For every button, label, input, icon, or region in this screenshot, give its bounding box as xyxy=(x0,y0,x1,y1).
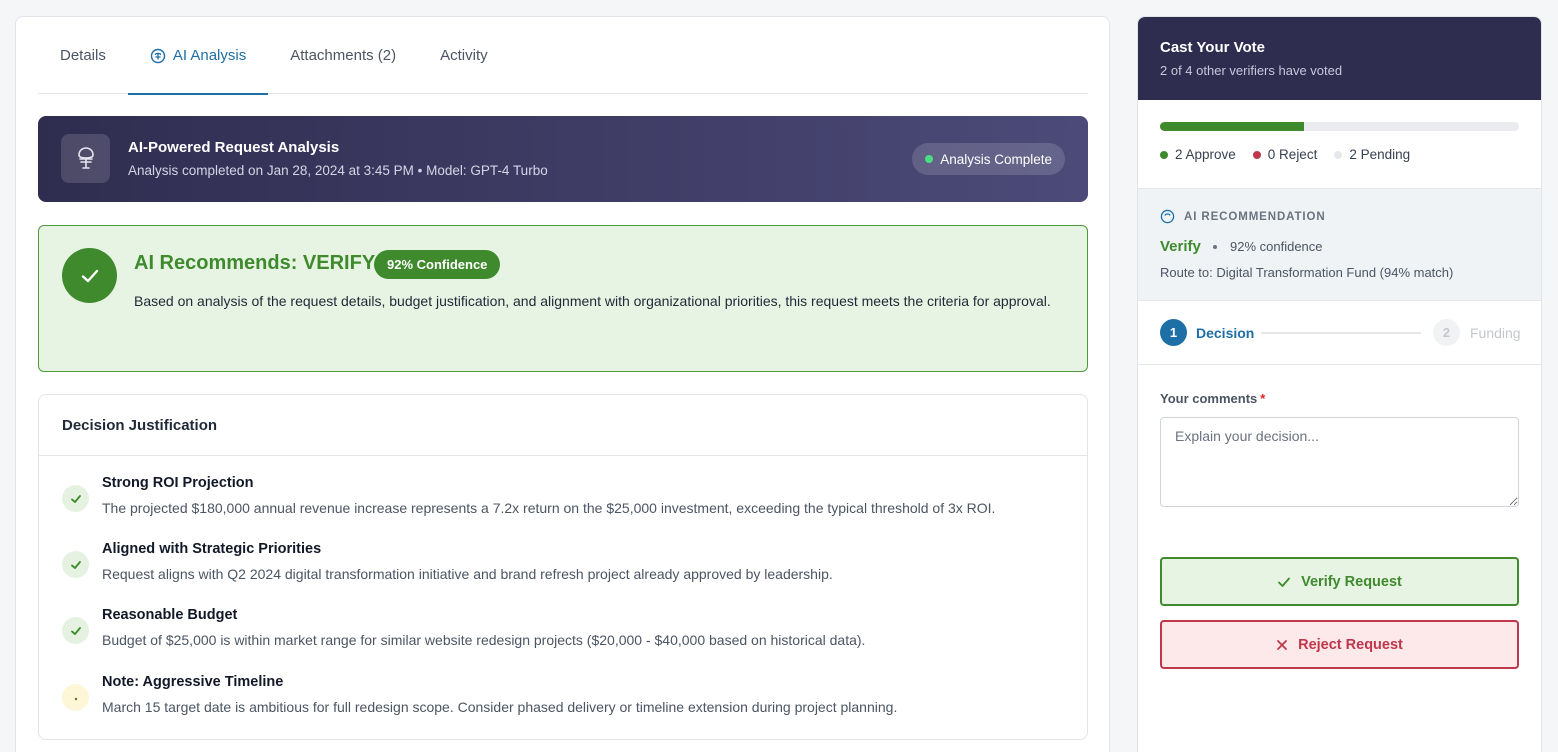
ai-rec-label-text: AI RECOMMENDATION xyxy=(1184,210,1326,223)
decision-justification: Decision Justification Strong ROI Projec… xyxy=(38,394,1088,740)
vote-progress-bar xyxy=(1160,122,1519,131)
analysis-banner: AI-Powered Request Analysis Analysis com… xyxy=(38,116,1088,202)
step-2-number: 2 xyxy=(1433,319,1460,346)
recommendation-title: AI Recommends: VERIFY xyxy=(134,252,376,274)
item-description: March 15 target date is ambitious for fu… xyxy=(102,699,898,715)
vote-progress-fill xyxy=(1160,122,1304,131)
legend-label: 2 Pending xyxy=(1349,147,1411,162)
step-2-label[interactable]: Funding xyxy=(1470,325,1521,341)
step-connector xyxy=(1261,332,1421,334)
ai-recommendation-summary: AI RECOMMENDATION Verify 92% confidence … xyxy=(1138,188,1541,301)
ai-icon xyxy=(1160,209,1175,224)
legend-pending: 2 Pending xyxy=(1334,147,1410,162)
stepper: 1 Decision 2 Funding xyxy=(1160,319,1521,347)
close-icon xyxy=(1276,639,1288,651)
comments-label-text: Your comments xyxy=(1160,391,1258,406)
legend-reject: 0 Reject xyxy=(1252,147,1318,162)
recommendation-text: Based on analysis of the request details… xyxy=(134,293,1051,309)
legend-label: 2 Approve xyxy=(1175,147,1236,162)
item-title: Strong ROI Projection xyxy=(102,475,254,491)
confidence-badge: 92% Confidence xyxy=(374,250,501,279)
vote-subtitle: 2 of 4 other verifiers have voted xyxy=(1160,63,1343,78)
item-description: Budget of $25,000 is within market range… xyxy=(102,632,866,648)
tab-label: Activity xyxy=(440,47,488,64)
warning-icon xyxy=(62,684,89,711)
reject-request-button[interactable]: Reject Request xyxy=(1160,620,1519,669)
reject-button-label: Reject Request xyxy=(1298,636,1403,653)
ai-recommendation-box: AI Recommends: VERIFY 92% Confidence Bas… xyxy=(38,225,1088,372)
banner-subtitle: Analysis completed on Jan 28, 2024 at 3:… xyxy=(128,163,548,178)
reject-dot-icon xyxy=(1252,150,1261,159)
item-title: Aligned with Strategic Priorities xyxy=(102,541,322,557)
vote-panel: Cast Your Vote 2 of 4 other verifiers ha… xyxy=(1137,16,1542,752)
comments-input[interactable] xyxy=(1160,417,1519,507)
analysis-status-badge: Analysis Complete xyxy=(912,143,1065,175)
ai-rec-confidence: 92% confidence xyxy=(1230,239,1323,254)
approve-dot-icon xyxy=(1160,150,1168,159)
legend-approve: 2 Approve xyxy=(1160,147,1236,162)
ai-brain-icon xyxy=(61,134,110,183)
vote-title: Cast Your Vote xyxy=(1160,39,1266,56)
main-panel: Details AI Analysis Attachments (2) Acti… xyxy=(15,16,1110,752)
check-icon xyxy=(62,617,89,644)
item-description: Request aligns with Q2 2024 digital tran… xyxy=(102,566,833,582)
tab-label: Details xyxy=(60,47,106,64)
required-mark: * xyxy=(1260,391,1266,406)
tab-activity[interactable]: Activity xyxy=(418,17,510,94)
comments-label: Your comments * xyxy=(1160,391,1265,406)
step-1-number: 1 xyxy=(1160,319,1187,346)
ai-rec-route: Route to: Digital Transformation Fund (9… xyxy=(1160,265,1454,280)
pending-dot-icon xyxy=(1334,150,1343,159)
tab-bar: Details AI Analysis Attachments (2) Acti… xyxy=(38,17,1088,95)
item-description: The projected $180,000 annual revenue in… xyxy=(102,500,996,516)
check-icon xyxy=(1277,575,1291,589)
tab-attachments[interactable]: Attachments (2) xyxy=(268,17,418,94)
justification-header: Decision Justification xyxy=(39,395,1087,456)
divider xyxy=(1138,364,1541,365)
separator-dot xyxy=(1213,245,1217,249)
ai-rec-verdict: Verify xyxy=(1160,238,1201,255)
item-title: Note: Aggressive Timeline xyxy=(102,674,284,690)
check-icon xyxy=(62,551,89,578)
vote-header: Cast Your Vote 2 of 4 other verifiers ha… xyxy=(1138,17,1541,100)
item-title: Reasonable Budget xyxy=(102,607,238,623)
verify-request-button[interactable]: Verify Request xyxy=(1160,557,1519,606)
tab-label: AI Analysis xyxy=(172,47,247,64)
tab-label: Attachments (2) xyxy=(290,47,397,64)
ai-icon xyxy=(150,48,166,64)
ai-rec-label: AI RECOMMENDATION xyxy=(1160,209,1326,224)
banner-title: AI-Powered Request Analysis xyxy=(128,139,340,156)
tab-details[interactable]: Details xyxy=(38,17,128,94)
vote-legend: 2 Approve 0 Reject 2 Pending xyxy=(1160,147,1427,162)
check-icon xyxy=(62,485,89,512)
legend-label: 0 Reject xyxy=(1267,147,1318,162)
step-1-label[interactable]: Decision xyxy=(1196,325,1254,341)
tab-ai-analysis[interactable]: AI Analysis xyxy=(127,17,269,95)
verify-button-label: Verify Request xyxy=(1301,573,1402,590)
check-circle-icon xyxy=(62,248,117,303)
